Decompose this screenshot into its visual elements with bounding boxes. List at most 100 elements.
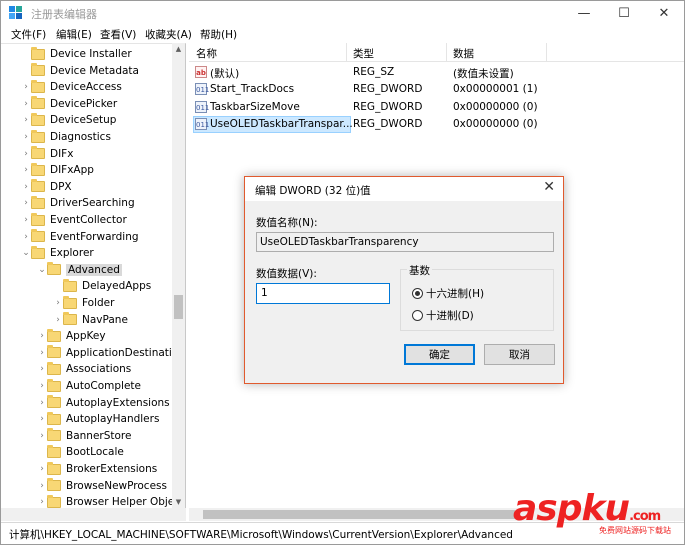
column-type[interactable]: 类型 <box>353 46 374 61</box>
tree-item-label: Diagnostics <box>50 131 111 143</box>
tree-item[interactable]: › DevicePicker <box>21 96 117 112</box>
tree-item[interactable]: › DriverSearching <box>21 195 135 211</box>
expand-chevron-icon[interactable]: › <box>37 428 47 444</box>
tree-item[interactable]: › NavPane <box>53 312 128 328</box>
tree-item[interactable]: ⌄ Explorer <box>21 245 94 261</box>
expand-chevron-icon[interactable]: › <box>37 378 47 394</box>
column-divider[interactable] <box>346 43 347 62</box>
expand-chevron-icon[interactable]: › <box>37 461 47 477</box>
tree-item[interactable]: › ApplicationDestinations <box>37 345 185 361</box>
expand-chevron-icon[interactable]: › <box>53 295 63 311</box>
menu-edit[interactable]: 编辑(E) <box>56 27 92 42</box>
tree-item[interactable]: › BannerStore <box>37 428 131 444</box>
tree-item[interactable]: › Diagnostics <box>21 129 111 145</box>
expand-chevron-icon[interactable]: › <box>21 79 31 95</box>
menu-help[interactable]: 帮助(H) <box>200 27 237 42</box>
tree-item[interactable]: › BrokerExtensions <box>37 461 157 477</box>
expand-chevron-icon[interactable]: › <box>37 494 47 508</box>
key-tree[interactable]: Device Installer Device Metadata › DeviceAc… <box>1 43 186 508</box>
tree-item[interactable]: DelayedApps <box>53 278 151 294</box>
tree-item-label: DelayedApps <box>82 280 152 293</box>
tree-item[interactable]: › DIFx <box>21 146 73 162</box>
binary-value-icon: 011 <box>195 100 209 113</box>
collapse-chevron-icon[interactable]: ⌄ <box>21 245 31 261</box>
tree-item[interactable]: › EventCollector <box>21 212 127 228</box>
scroll-down-icon[interactable]: ▼ <box>172 496 185 508</box>
tree-horizontal-scrollbar[interactable] <box>1 508 186 521</box>
tree-item[interactable]: › DeviceAccess <box>21 79 122 95</box>
tree-item[interactable]: › BrowseNewProcess <box>37 478 167 494</box>
base-group: 基数 十六进制(H) 十进制(D) <box>400 263 554 331</box>
collapse-chevron-icon[interactable]: ⌄ <box>37 262 47 278</box>
column-divider[interactable] <box>446 43 447 62</box>
tree-item[interactable]: › DIFxApp <box>21 162 94 178</box>
scroll-up-icon[interactable]: ▲ <box>172 43 185 55</box>
tree-item[interactable]: Device Installer <box>21 46 132 62</box>
expand-chevron-icon[interactable]: › <box>21 195 31 211</box>
tree-item[interactable]: › AutoComplete <box>37 378 141 394</box>
ok-button[interactable]: 确定 <box>404 344 475 365</box>
tree-item[interactable]: › AutoplayExtensions <box>37 395 170 411</box>
tree-item[interactable]: › Folder <box>53 295 114 311</box>
tree-item[interactable]: › DeviceSetup <box>21 112 116 128</box>
tree-item[interactable]: › Associations <box>37 361 131 377</box>
value-row[interactable]: 011 Start_TrackDocs REG_DWORD 0x00000001 (1… <box>189 81 684 98</box>
tree-item-label: NavPane <box>82 313 128 326</box>
menu-view[interactable]: 查看(V) <box>100 27 136 42</box>
expand-chevron-icon[interactable]: › <box>21 112 31 128</box>
expand-chevron-icon[interactable]: › <box>21 212 31 228</box>
expand-chevron-icon[interactable]: › <box>37 345 47 361</box>
folder-icon <box>47 378 61 392</box>
column-data[interactable]: 数据 <box>453 46 474 61</box>
folder-icon <box>31 79 45 93</box>
tree-item[interactable]: › EventForwarding <box>21 229 139 245</box>
value-row[interactable]: 011 TaskbarSizeMove REG_DWORD 0x00000000 (0… <box>189 99 684 116</box>
radio-hexadecimal[interactable]: 十六进制(H) <box>412 286 484 301</box>
tree-item-label: Advanced <box>66 263 122 276</box>
menu-favorites[interactable]: 收藏夹(A) <box>145 27 192 42</box>
minimize-button[interactable]: — <box>564 1 604 25</box>
expand-chevron-icon[interactable]: › <box>21 179 31 195</box>
expand-chevron-icon[interactable]: › <box>21 146 31 162</box>
folder-icon <box>47 328 61 342</box>
expand-chevron-icon[interactable]: › <box>37 478 47 494</box>
cancel-button[interactable]: 取消 <box>484 344 555 365</box>
tree-item-label: Explorer <box>50 247 94 260</box>
value-row[interactable]: ab (默认) REG_SZ (数值未设置) <box>189 64 684 81</box>
expand-chevron-icon[interactable]: › <box>21 96 31 112</box>
tree-item-label: DIFx <box>50 147 74 160</box>
expand-chevron-icon[interactable]: › <box>37 361 47 377</box>
tree-item-label: EventCollector <box>50 214 127 226</box>
expand-chevron-icon[interactable]: › <box>37 411 47 427</box>
tree-item[interactable]: › DPX <box>21 179 72 195</box>
tree-item[interactable]: ⌄ Advanced <box>37 262 122 278</box>
expand-chevron-icon[interactable]: › <box>37 328 47 344</box>
radio-decimal[interactable]: 十进制(D) <box>412 308 474 323</box>
expand-chevron-icon[interactable]: › <box>37 395 47 411</box>
tree-item[interactable]: › AppKey <box>37 328 106 344</box>
expand-chevron-icon[interactable]: › <box>21 129 31 145</box>
registry-editor-window: 注册表编辑器 — ☐ ✕ 文件(F) 编辑(E) 查看(V) 收藏夹(A) 帮助… <box>0 0 685 545</box>
tree-item[interactable]: Device Metadata <box>21 63 139 79</box>
window-title: 注册表编辑器 <box>31 8 97 21</box>
list-header: 名称 类型 数据 <box>189 43 684 62</box>
tree-item[interactable]: BootLocale <box>37 444 124 460</box>
close-button[interactable]: ✕ <box>644 1 684 25</box>
tree-item-label: DPX <box>50 180 72 193</box>
expand-chevron-icon[interactable]: › <box>53 312 63 328</box>
value-data-input[interactable]: 1 <box>256 283 390 304</box>
expand-chevron-icon[interactable]: › <box>21 229 31 245</box>
tree-vertical-scrollbar[interactable]: ▲ ▼ <box>172 43 185 508</box>
tree-item[interactable]: › AutoplayHandlers <box>37 411 159 427</box>
value-row[interactable]: 011 UseOLEDTaskbarTranspar... REG_DWORD 0x0… <box>189 115 684 133</box>
tree-item-label: Device Installer <box>50 48 132 60</box>
list-scroll-thumb[interactable] <box>203 510 515 519</box>
column-divider[interactable] <box>546 43 547 62</box>
menu-file[interactable]: 文件(F) <box>11 27 46 42</box>
tree-scroll-thumb[interactable] <box>174 295 183 319</box>
maximize-button[interactable]: ☐ <box>604 1 644 25</box>
tree-item[interactable]: › Browser Helper Objects <box>37 494 185 508</box>
dialog-close-icon[interactable]: ✕ <box>543 179 555 195</box>
column-name[interactable]: 名称 <box>196 46 217 61</box>
expand-chevron-icon[interactable]: › <box>21 162 31 178</box>
